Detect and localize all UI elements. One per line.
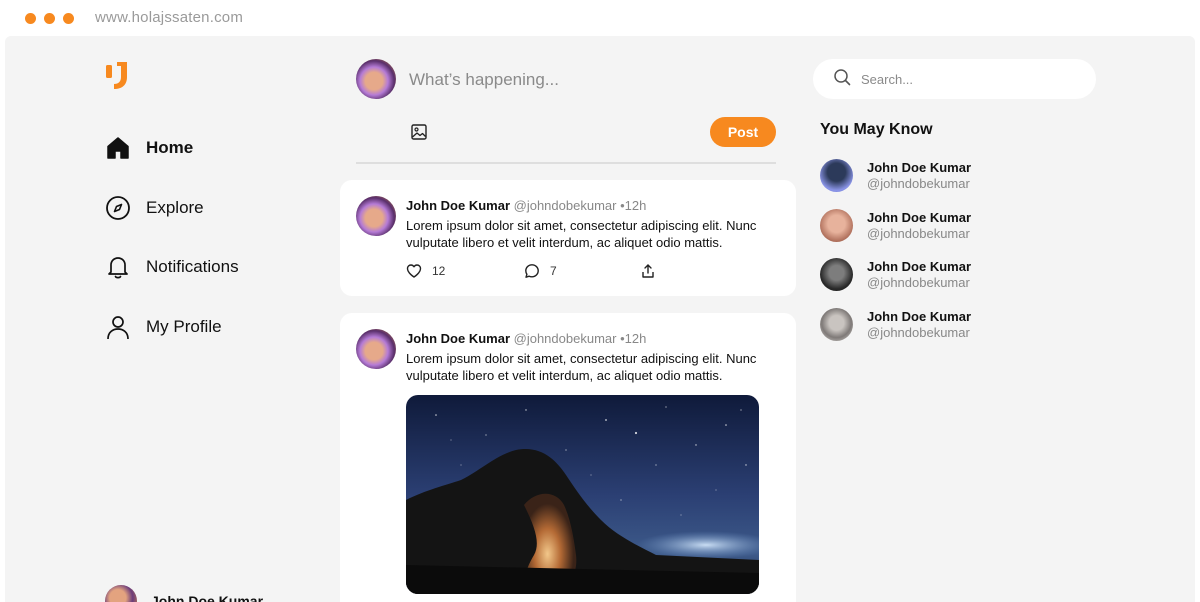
avatar (820, 258, 853, 291)
avatar (356, 59, 396, 99)
avatar[interactable] (356, 329, 396, 369)
post-card: John Doe Kumar @johndobekumar •12h Lorem… (340, 313, 796, 602)
suggestion-handle: @johndobekumar (867, 226, 970, 241)
nav-item-notifications[interactable]: Notifications (105, 254, 239, 280)
like-button[interactable]: 12 (406, 263, 524, 279)
home-icon (105, 135, 131, 161)
browser-bar: www.holajssaten.com (0, 0, 1200, 36)
suggestion-handle: @johndobekumar (867, 325, 970, 340)
post-meta: John Doe Kumar @johndobekumar •12h (406, 331, 646, 346)
compass-icon (105, 195, 131, 221)
post-time: 12h (624, 198, 647, 213)
post-author-name[interactable]: John Doe Kumar (406, 331, 510, 346)
divider (356, 162, 776, 164)
window-dot-maximize[interactable] (63, 13, 74, 24)
search-bar[interactable] (813, 59, 1096, 99)
post-card: John Doe Kumar @johndobekumar •12h Lorem… (340, 180, 796, 296)
post-text: Lorem ipsum dolor sit amet, consectetur … (406, 351, 757, 383)
user-icon (105, 314, 131, 340)
nav-item-label: Explore (146, 198, 204, 217)
window-dot-close[interactable] (25, 13, 36, 24)
window-controls (25, 13, 74, 24)
post-meta: John Doe Kumar @johndobekumar •12h (406, 198, 646, 213)
app-window: Home Explore Notifications My Profile Jo… (5, 36, 1195, 602)
brand-logo-icon (106, 62, 127, 89)
window-dot-minimize[interactable] (44, 13, 55, 24)
suggestion-name: John Doe Kumar (867, 259, 972, 274)
post-button[interactable]: Post (710, 117, 776, 147)
nav-item-explore[interactable]: Explore (105, 195, 204, 221)
post-author-handle: @johndobekumar (513, 331, 617, 346)
post-actions: 12 7 (406, 263, 656, 279)
like-count: 12 (432, 264, 446, 278)
avatar[interactable] (356, 196, 396, 236)
suggestion-item[interactable]: John Doe Kumar @johndobekumar (820, 209, 971, 242)
avatar (820, 159, 853, 192)
comment-button[interactable]: 7 (524, 263, 640, 279)
address-bar-url[interactable]: www.holajssaten.com (95, 9, 243, 26)
post-time: 12h (624, 331, 647, 346)
nav-item-my-profile[interactable]: My Profile (105, 314, 222, 340)
comment-count: 7 (550, 264, 557, 278)
suggestion-name: John Doe Kumar (867, 210, 972, 225)
bell-icon (105, 254, 131, 280)
nav-item-label: My Profile (146, 317, 222, 336)
suggestion-handle: @johndobekumar (867, 176, 970, 191)
heart-icon (406, 263, 422, 279)
search-icon (833, 68, 851, 91)
search-input[interactable] (861, 71, 1061, 87)
current-user[interactable]: John Doe Kumar … (105, 585, 324, 602)
nav-item-label: Notifications (146, 257, 239, 276)
suggestion-name: John Doe Kumar (867, 160, 972, 175)
more-icon[interactable]: … (310, 595, 324, 602)
post-text: Lorem ipsum dolor sit amet, consectetur … (406, 218, 757, 250)
suggestion-name: John Doe Kumar (867, 309, 972, 324)
post-image[interactable] (406, 395, 759, 594)
nav-item-home[interactable]: Home (105, 135, 193, 161)
suggestion-item[interactable]: John Doe Kumar @johndobekumar (820, 258, 971, 291)
avatar (820, 209, 853, 242)
suggestion-handle: @johndobekumar (867, 275, 970, 290)
avatar (105, 585, 137, 602)
suggestions-title: You May Know (820, 121, 933, 138)
image-icon[interactable] (410, 123, 428, 141)
comment-icon (524, 263, 540, 279)
share-icon (640, 263, 656, 279)
current-user-name: John Doe Kumar (151, 593, 264, 602)
post-author-name[interactable]: John Doe Kumar (406, 198, 510, 213)
suggestion-item[interactable]: John Doe Kumar @johndobekumar (820, 159, 971, 192)
compose-input[interactable] (409, 68, 709, 92)
suggestion-item[interactable]: John Doe Kumar @johndobekumar (820, 308, 971, 341)
avatar (820, 308, 853, 341)
post-author-handle: @johndobekumar (513, 198, 617, 213)
share-button[interactable] (640, 263, 656, 279)
nav-item-label: Home (146, 138, 194, 157)
